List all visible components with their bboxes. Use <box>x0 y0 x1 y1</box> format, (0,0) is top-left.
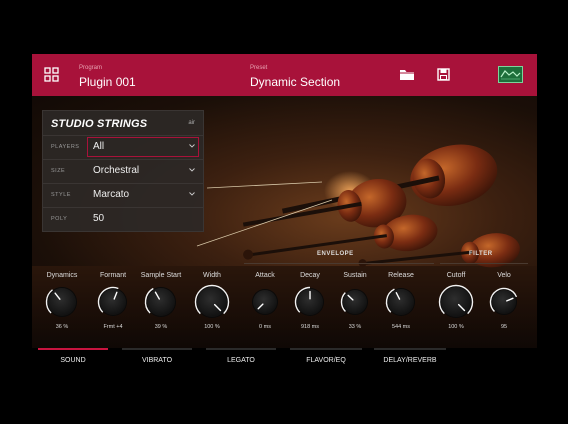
knob-level-arc <box>340 292 346 313</box>
players-value[interactable]: All <box>93 141 104 152</box>
knob-label: Velo <box>497 272 511 279</box>
knob-pointer <box>213 303 222 312</box>
knob-sustain[interactable] <box>340 290 367 314</box>
style-row[interactable]: STYLE Marcato <box>43 183 203 208</box>
knob-pointer <box>457 303 466 312</box>
tab-legato[interactable]: LEGATO <box>206 348 276 370</box>
knob-pointer <box>54 292 61 300</box>
size-label: SIZE <box>51 168 66 174</box>
knob-pointer <box>257 303 264 310</box>
knob-pointer <box>347 294 354 301</box>
players-label: PLAYERS <box>51 144 80 150</box>
knob-value: 544 ms <box>391 324 411 330</box>
program-name[interactable]: Plugin 001 <box>79 75 136 89</box>
waveform-view-icon[interactable] <box>498 66 523 83</box>
tab-indicator <box>38 348 108 350</box>
knob-level-arc <box>144 287 154 314</box>
chevron-down-icon[interactable] <box>189 167 195 173</box>
knob-label: Release <box>388 272 414 279</box>
envelope-section-label: ENVELOPE <box>317 251 354 257</box>
poly-value[interactable]: 50 <box>93 213 104 224</box>
save-icon[interactable] <box>437 68 450 81</box>
tab-label: VIBRATO <box>141 357 173 364</box>
size-value[interactable]: Orchestral <box>93 165 139 176</box>
tab-delay-reverb[interactable]: DELAY/REVERB <box>374 348 446 370</box>
knob-decay[interactable] <box>294 286 323 315</box>
size-row[interactable]: SIZE Orchestral <box>43 159 203 184</box>
air-logo: air <box>188 120 195 126</box>
tab-flavor-eq[interactable]: FLAVOR/EQ <box>290 348 362 370</box>
filter-divider <box>440 263 528 264</box>
tab-indicator <box>374 348 446 350</box>
style-label: STYLE <box>51 192 71 198</box>
chevron-down-icon[interactable] <box>189 191 195 197</box>
product-logo: STUDIO STRINGS <box>51 118 148 130</box>
knob-width[interactable] <box>194 284 230 317</box>
settings-panel: STUDIO STRINGS air PLAYERS All SIZE Orch… <box>42 110 204 232</box>
chevron-down-icon[interactable] <box>189 143 195 149</box>
knob-dynamics[interactable] <box>45 288 76 316</box>
tab-label: DELAY/REVERB <box>383 357 437 364</box>
knob-level-arc <box>194 284 230 315</box>
plugin-window: Program Plugin 001 Preset Dynamic Sectio… <box>32 54 537 370</box>
tab-indicator <box>122 348 192 350</box>
envelope-divider <box>244 263 434 264</box>
knob-cutoff[interactable] <box>438 284 474 317</box>
preset-label: Preset <box>250 65 268 71</box>
tab-label: LEGATO <box>227 357 255 364</box>
preset-name[interactable]: Dynamic Section <box>250 75 340 89</box>
knob-attack[interactable] <box>253 290 277 314</box>
tab-indicator <box>206 348 276 350</box>
knob-label: Width <box>203 272 221 279</box>
tab-sound[interactable]: SOUND <box>38 348 108 370</box>
players-row[interactable]: PLAYERS All <box>43 135 203 160</box>
knob-pointer <box>154 291 160 300</box>
knob-formant[interactable] <box>97 286 126 315</box>
knob-release[interactable] <box>385 288 414 315</box>
style-value[interactable]: Marcato <box>93 189 129 200</box>
program-label: Program <box>79 65 103 71</box>
knob-level-arc <box>385 288 395 313</box>
tab-label: FLAVOR/EQ <box>306 357 346 364</box>
poly-row[interactable]: POLY 50 <box>43 207 203 232</box>
grid-icon[interactable] <box>44 67 59 82</box>
knob-velo[interactable] <box>489 287 518 314</box>
header-bar: Program Plugin 001 Preset Dynamic Sectio… <box>32 54 537 96</box>
tab-bar: SOUND VIBRATO LEGATO FLAVOR/EQ DELAY/REV… <box>32 348 537 370</box>
folder-icon[interactable] <box>399 68 415 81</box>
instrument-stage: STUDIO STRINGS air PLAYERS All SIZE Orch… <box>32 96 537 348</box>
knob-value: 100 % <box>204 324 220 330</box>
filter-section-label: FILTER <box>469 251 493 257</box>
knob-value: 95 <box>500 324 508 330</box>
knob-level-arc <box>45 289 53 314</box>
knob-level-arc <box>294 286 311 313</box>
knob-level-arc <box>489 287 518 313</box>
knob-pointer <box>395 292 401 300</box>
knob-sample-start[interactable] <box>144 287 175 316</box>
poly-label: POLY <box>51 216 68 222</box>
tab-label: SOUND <box>60 357 86 364</box>
tab-vibrato[interactable]: VIBRATO <box>122 348 192 370</box>
tab-indicator <box>290 348 362 350</box>
knob-level-arc <box>97 286 119 313</box>
knob-level-arc <box>438 284 474 315</box>
knob-pointer <box>113 291 118 300</box>
knob-pointer <box>506 297 514 302</box>
